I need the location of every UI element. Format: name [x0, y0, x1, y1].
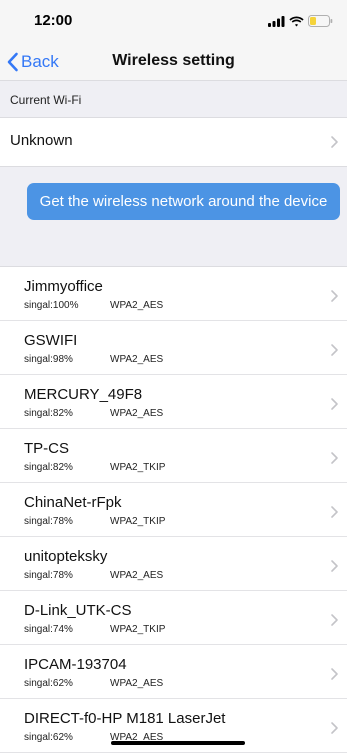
chevron-right-icon — [331, 136, 338, 148]
network-ssid: MERCURY_49F8 — [24, 386, 143, 403]
network-ssid: ChinaNet-rFpk — [24, 494, 122, 511]
network-row[interactable]: ChinaNet-rFpk singal:78% WPA2_TKIP — [0, 483, 347, 537]
network-security: WPA2_TKIP — [110, 462, 166, 473]
network-signal: singal:98% — [24, 354, 73, 365]
chevron-right-icon — [331, 452, 338, 464]
status-bar: 12:00 — [0, 0, 347, 44]
network-ssid: DIRECT-f0-HP M181 LaserJet — [24, 710, 226, 727]
chevron-right-icon — [331, 506, 338, 518]
network-row[interactable]: unitopteksky singal:78% WPA2_AES — [0, 537, 347, 591]
chevron-right-icon — [331, 722, 338, 734]
current-wifi-row[interactable]: Unknown — [0, 118, 347, 166]
network-ssid: GSWIFI — [24, 332, 78, 349]
network-ssid: IPCAM-193704 — [24, 656, 127, 673]
chevron-right-icon — [331, 344, 338, 356]
network-signal: singal:62% — [24, 678, 73, 689]
chevron-right-icon — [331, 290, 338, 302]
network-security: WPA2_AES — [110, 570, 164, 581]
network-signal: singal:78% — [24, 570, 73, 581]
status-icons — [268, 14, 333, 28]
cellular-signal-icon — [268, 15, 285, 27]
network-security: WPA2_AES — [110, 354, 164, 365]
network-signal: singal:78% — [24, 516, 73, 527]
network-list: Jimmyoffice singal:100% WPA2_AES GSWIFI … — [0, 267, 347, 753]
page-title: Wireless setting — [112, 52, 235, 69]
chevron-right-icon — [331, 614, 338, 626]
network-signal: singal:100% — [24, 300, 79, 311]
network-security: WPA2_TKIP — [110, 624, 166, 635]
network-security: WPA2_AES — [110, 678, 164, 689]
network-signal: singal:82% — [24, 408, 73, 419]
network-security: WPA2_AES — [110, 408, 164, 419]
network-signal: singal:62% — [24, 732, 73, 743]
chevron-right-icon — [331, 668, 338, 680]
battery-icon — [308, 15, 333, 27]
network-row[interactable]: GSWIFI singal:98% WPA2_AES — [0, 321, 347, 375]
network-row[interactable]: Jimmyoffice singal:100% WPA2_AES — [0, 267, 347, 321]
network-signal: singal:82% — [24, 462, 73, 473]
network-ssid: D-Link_UTK-CS — [24, 602, 132, 619]
network-row[interactable]: D-Link_UTK-CS singal:74% WPA2_TKIP — [0, 591, 347, 645]
current-wifi-header: Current Wi-Fi — [0, 80, 347, 118]
network-ssid: Jimmyoffice — [24, 278, 103, 295]
chevron-right-icon — [331, 398, 338, 410]
network-signal: singal:74% — [24, 624, 73, 635]
network-row[interactable]: TP-CS singal:82% WPA2_TKIP — [0, 429, 347, 483]
home-indicator[interactable] — [111, 741, 245, 745]
network-ssid: TP-CS — [24, 440, 69, 457]
network-security: WPA2_TKIP — [110, 516, 166, 527]
current-wifi-header-label: Current Wi-Fi — [10, 93, 82, 107]
navigation-bar: Back Wireless setting — [0, 44, 347, 80]
network-ssid: unitopteksky — [24, 548, 108, 565]
network-security: WPA2_AES — [110, 300, 164, 311]
chevron-right-icon — [331, 560, 338, 572]
scan-networks-button[interactable]: Get the wireless network around the devi… — [27, 183, 340, 220]
network-row[interactable]: MERCURY_49F8 singal:82% WPA2_AES — [0, 375, 347, 429]
network-row[interactable]: IPCAM-193704 singal:62% WPA2_AES — [0, 645, 347, 699]
current-wifi-value: Unknown — [10, 132, 73, 149]
wifi-icon — [289, 16, 304, 26]
status-time: 12:00 — [34, 12, 73, 29]
